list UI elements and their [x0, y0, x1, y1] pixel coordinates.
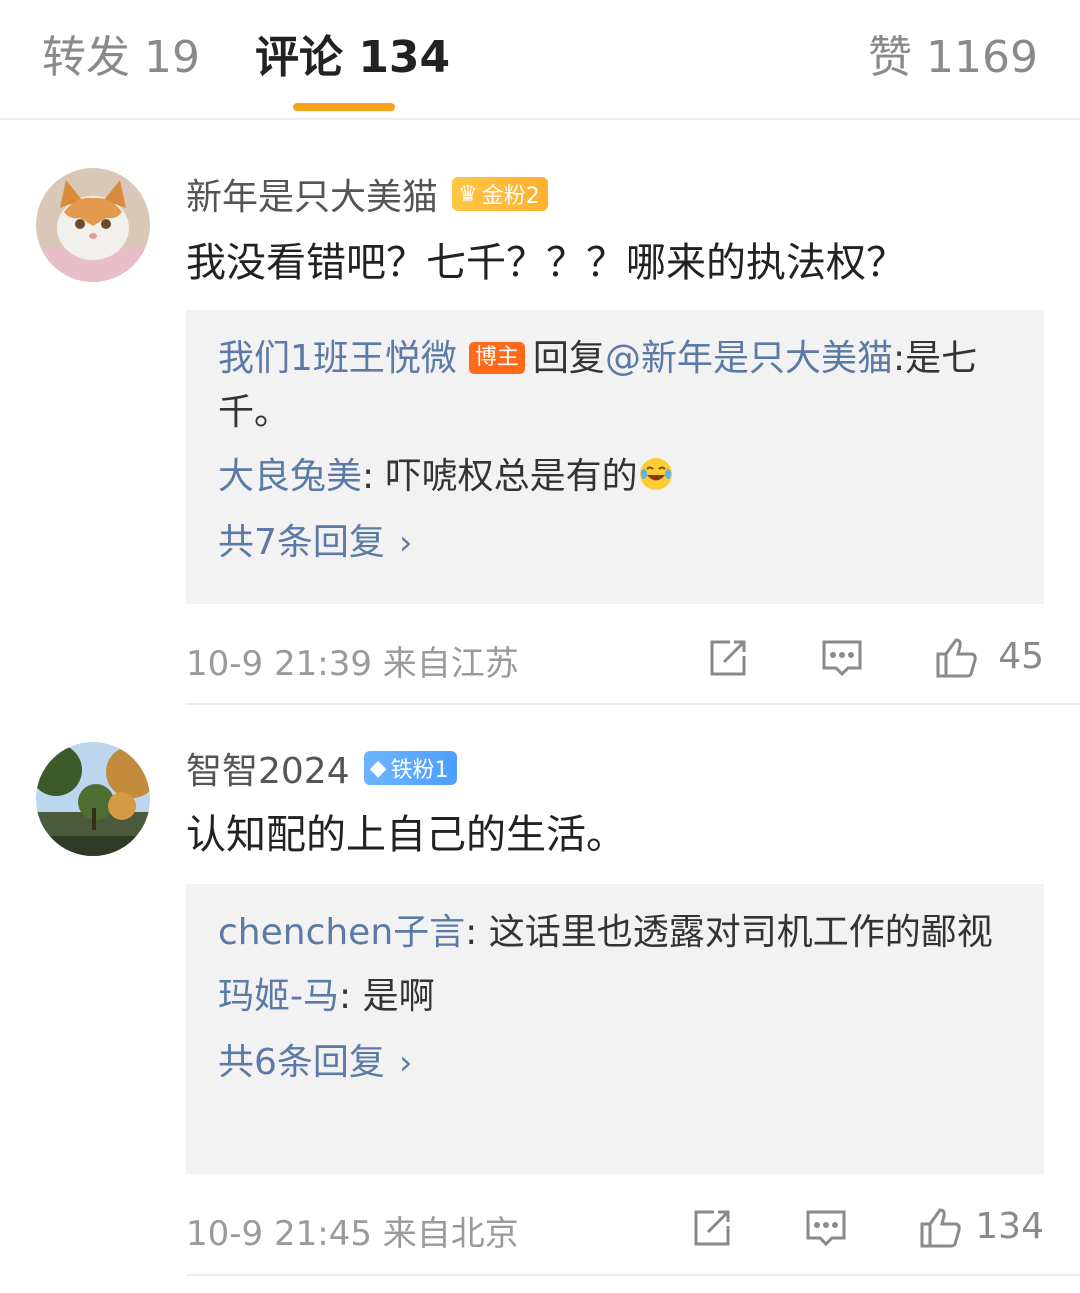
reply-text: 吓唬权总是有的: [385, 456, 638, 497]
chevron-right-icon: ›: [398, 1043, 413, 1083]
comment-divider: [186, 703, 1080, 705]
reply-separator: :: [465, 912, 489, 953]
owner-badge: 博主: [468, 342, 525, 374]
reply-mention[interactable]: @新年是只大美猫: [605, 338, 893, 379]
comment-username[interactable]: 新年是只大美猫: [186, 168, 438, 220]
reply-separator: :: [339, 976, 363, 1017]
tab-repost[interactable]: 转发 19: [42, 30, 200, 86]
diamond-icon: ◆: [369, 755, 387, 781]
chevron-right-icon: ›: [398, 523, 413, 563]
comment-meta: 10-9 21:45 来自北京 134: [186, 1198, 1044, 1258]
reply-text: 是啊: [362, 976, 435, 1017]
comment-icon[interactable]: [802, 1204, 850, 1252]
like-count: 45: [998, 636, 1044, 677]
reply-item: 玛姬-马: 是啊: [218, 970, 1012, 1024]
comment-divider: [186, 1274, 1080, 1276]
comment-header: 新年是只大美猫 ♛ 金粉2: [186, 170, 548, 218]
reply-author[interactable]: chenchen子言: [218, 912, 465, 953]
reply-author[interactable]: 大良兔美: [218, 456, 362, 497]
comment-time: 10-9 21:45: [186, 1214, 372, 1254]
comment-meta: 10-9 21:39 来自江苏 45: [186, 628, 1044, 688]
reply-item: 我们1班王悦微 博主 回复@新年是只大美猫:是七千。: [218, 332, 1012, 440]
fan-badge[interactable]: ♛ 金粉2: [452, 177, 548, 211]
comment-time-location: 10-9 21:45 来自北京: [186, 1206, 519, 1255]
laugh-cry-icon: [639, 458, 672, 490]
comment-username[interactable]: 智智2024: [186, 742, 350, 794]
more-replies-label: 共7条回复: [218, 522, 385, 563]
fan-badge[interactable]: ◆ 铁粉1: [363, 751, 457, 785]
comment-time-location: 10-9 21:39 来自江苏: [186, 636, 519, 685]
avatar[interactable]: [36, 742, 150, 856]
comment-text: 我没看错吧？七千？？？哪来的执法权？: [186, 240, 906, 286]
crown-icon: ♛: [458, 181, 478, 207]
reply-author[interactable]: 玛姬-马: [218, 976, 339, 1017]
avatar[interactable]: [36, 168, 150, 282]
share-icon[interactable]: [688, 1204, 736, 1252]
like-icon[interactable]: [916, 1204, 964, 1252]
active-tab-indicator: [293, 103, 395, 111]
more-replies-label: 共6条回复: [218, 1042, 385, 1083]
reply-item: chenchen子言: 这话里也透露对司机工作的鄙视: [218, 906, 1012, 960]
tab-like[interactable]: 赞 1169: [868, 30, 1038, 86]
reply-text: 这话里也透露对司机工作的鄙视: [488, 912, 993, 953]
comment-text: 认知配的上自己的生活。: [186, 812, 626, 858]
reply-separator: :: [362, 456, 386, 497]
fan-badge-label: 铁粉1: [390, 758, 449, 783]
like-count: 134: [975, 1206, 1044, 1247]
like-icon[interactable]: [932, 634, 980, 682]
reply-word: 回复: [532, 338, 605, 379]
more-replies-link[interactable]: 共6条回复 ›: [218, 1036, 1012, 1090]
reply-separator: :: [892, 338, 906, 379]
reply-item: 大良兔美: 吓唬权总是有的: [218, 450, 1012, 504]
comment-location: 来自北京: [382, 1214, 519, 1254]
tab-comment[interactable]: 评论 134: [255, 30, 450, 86]
comment-header: 智智2024 ◆ 铁粉1: [186, 744, 457, 792]
comment-time: 10-9 21:39: [186, 644, 372, 684]
comment-icon[interactable]: [818, 634, 866, 682]
fan-badge-label: 金粉2: [481, 184, 540, 209]
reply-box[interactable]: chenchen子言: 这话里也透露对司机工作的鄙视 玛姬-马: 是啊 共6条回…: [186, 884, 1044, 1174]
reply-author[interactable]: 我们1班王悦微: [218, 338, 457, 379]
more-replies-link[interactable]: 共7条回复 ›: [218, 516, 1012, 570]
comment-location: 来自江苏: [382, 644, 519, 684]
comment-tabs: 转发 19 评论 134 赞 1169: [0, 0, 1080, 120]
reply-box[interactable]: 我们1班王悦微 博主 回复@新年是只大美猫:是七千。 大良兔美: 吓唬权总是有的 共…: [186, 310, 1044, 604]
share-icon[interactable]: [704, 634, 752, 682]
